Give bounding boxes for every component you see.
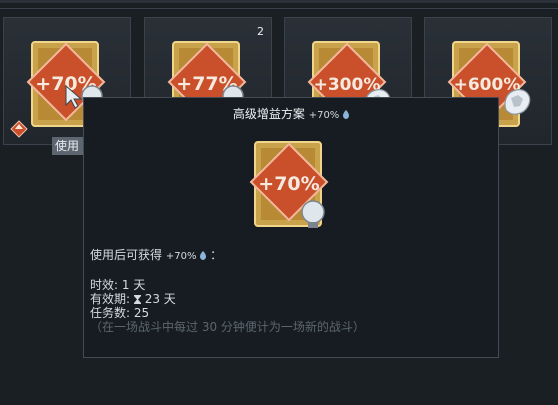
gain-line: 使用后可获得 +70% ： <box>90 248 223 262</box>
duration-line: 时效: 1 天 <box>90 278 146 292</box>
hourglass-icon <box>133 295 141 304</box>
top-divider <box>0 0 558 3</box>
validity-line: 有效期: 23 天 <box>90 292 176 306</box>
use-button[interactable]: 使用 <box>52 137 84 155</box>
item-quantity: 2 <box>257 25 264 38</box>
bulb-small-icon <box>343 110 350 119</box>
top-divider-secondary <box>0 8 558 9</box>
tooltip-title-bonus: +70% <box>308 110 340 121</box>
rank-badge-icon <box>10 120 28 138</box>
lion-emblem-icon <box>504 89 531 115</box>
battle-note: （在一场战斗中每过 30 分钟便计为一场新的战斗） <box>90 320 365 334</box>
tooltip-body: 使用后可获得 +70% ： 时效: 1 天 有效期: 23 天 任务数: 25 … <box>90 248 365 334</box>
bulb-small-icon <box>200 251 207 260</box>
item-tooltip: 高级增益方案 +70% +70% 使用后可获得 +70% ： 时效: 1 天 有… <box>83 97 499 358</box>
tooltip-bulb-icon <box>301 200 325 224</box>
tooltip-booster-icon: +70% <box>249 141 329 228</box>
tooltip-booster-text: +70% <box>258 173 319 195</box>
mouse-cursor-icon <box>65 84 83 109</box>
missions-line: 任务数: 25 <box>90 306 150 320</box>
tooltip-title: 高级增益方案 +70% <box>84 105 498 122</box>
